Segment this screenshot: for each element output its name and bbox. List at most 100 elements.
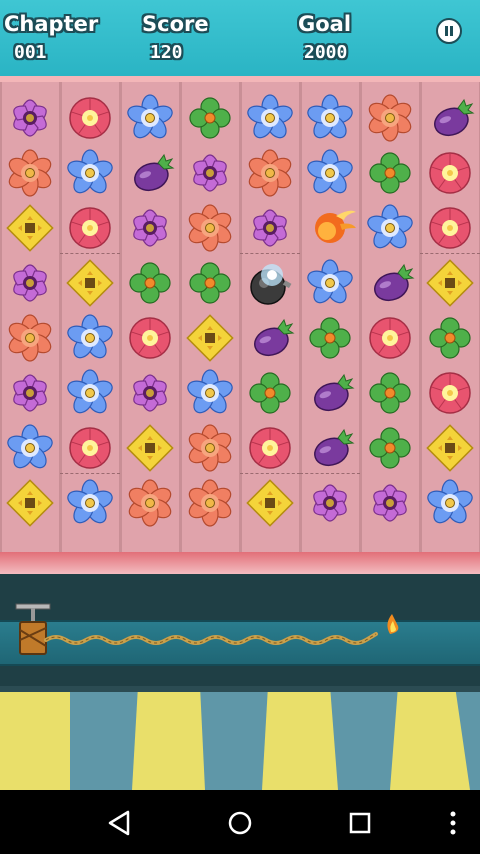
tile-eggplant[interactable] (300, 420, 360, 475)
tile-orange-flower[interactable] (0, 310, 60, 365)
tile-purple-flower[interactable] (0, 90, 60, 145)
purple-flower-icon (133, 373, 167, 412)
tile-yellow-diamond[interactable] (120, 420, 180, 475)
tile-pink-flower[interactable] (240, 420, 300, 475)
tile-purple-flower[interactable] (300, 475, 360, 530)
orange-flower-icon (248, 148, 292, 197)
tile-pink-flower[interactable] (60, 90, 120, 145)
tile-orange-flower[interactable] (360, 90, 420, 145)
tile-pink-flower[interactable] (420, 145, 480, 200)
tile-yellow-diamond[interactable] (180, 310, 240, 365)
tile-purple-flower[interactable] (180, 145, 240, 200)
green-clover-icon (249, 371, 291, 414)
home-circle-icon[interactable] (225, 808, 255, 838)
game-board (0, 82, 480, 552)
tile-yellow-diamond[interactable] (240, 475, 300, 530)
tile-blue-flower[interactable] (360, 200, 420, 255)
tile-orange-flower[interactable] (120, 475, 180, 530)
tile-pink-flower[interactable] (60, 420, 120, 475)
tile-blue-flower[interactable] (300, 145, 360, 200)
tile-eggplant[interactable] (120, 145, 180, 200)
tile-green-clover[interactable] (240, 365, 300, 420)
tile-purple-flower[interactable] (120, 365, 180, 420)
tile-eggplant[interactable] (420, 90, 480, 145)
tile-green-clover[interactable] (360, 145, 420, 200)
green-clover-icon (429, 316, 471, 359)
orange-flower-icon (188, 203, 232, 252)
tile-fireball[interactable] (300, 200, 360, 255)
tile-purple-flower[interactable] (0, 365, 60, 420)
orange-flower-icon (188, 423, 232, 472)
yellow-diamond-icon (426, 258, 474, 307)
tile-pink-flower[interactable] (360, 310, 420, 365)
tile-blue-flower[interactable] (300, 90, 360, 145)
tile-purple-flower[interactable] (360, 475, 420, 530)
tile-blue-flower[interactable] (0, 420, 60, 475)
tile-yellow-diamond[interactable] (60, 255, 120, 310)
tile-eggplant[interactable] (360, 255, 420, 310)
pink-flower-icon (369, 316, 411, 359)
pause-icon (445, 26, 448, 36)
tile-yellow-diamond[interactable] (420, 255, 480, 310)
tile-green-clover[interactable] (360, 365, 420, 420)
purple-flower-icon (133, 208, 167, 247)
fireball-icon (315, 210, 356, 243)
plunger-rod (31, 608, 35, 622)
tile-green-clover[interactable] (180, 90, 240, 145)
tile-blue-flower[interactable] (60, 475, 120, 530)
tile-blue-flower[interactable] (60, 310, 120, 365)
tile-blue-flower[interactable] (240, 90, 300, 145)
pink-flower-icon (69, 426, 111, 469)
tile-purple-flower[interactable] (120, 200, 180, 255)
blue-flower-icon (127, 93, 173, 138)
back-triangle-icon[interactable] (104, 808, 134, 838)
chapter-value: 001 (14, 42, 47, 63)
tile-blue-flower[interactable] (60, 145, 120, 200)
purple-flower-icon (373, 483, 407, 522)
eggplant-icon (314, 428, 355, 466)
tile-eggplant[interactable] (300, 365, 360, 420)
tile-green-clover[interactable] (360, 420, 420, 475)
eggplant-icon (134, 153, 175, 191)
pause-button[interactable] (436, 18, 462, 44)
tile-green-clover[interactable] (120, 255, 180, 310)
tile-pink-flower[interactable] (420, 365, 480, 420)
orange-flower-icon (368, 93, 412, 142)
tile-green-clover[interactable] (420, 310, 480, 365)
tile-bomb[interactable] (240, 255, 300, 310)
tile-blue-flower[interactable] (300, 255, 360, 310)
tile-orange-flower[interactable] (180, 475, 240, 530)
tile-purple-flower[interactable] (240, 200, 300, 255)
blue-flower-icon (367, 203, 413, 248)
tile-pink-flower[interactable] (420, 200, 480, 255)
tile-yellow-diamond[interactable] (0, 200, 60, 255)
tile-orange-flower[interactable] (180, 420, 240, 475)
blue-flower-icon (67, 368, 113, 413)
tile-pink-flower[interactable] (120, 310, 180, 365)
tile-yellow-diamond[interactable] (0, 475, 60, 530)
tile-purple-flower[interactable] (0, 255, 60, 310)
tile-pink-flower[interactable] (60, 200, 120, 255)
fuse-rope (44, 632, 378, 645)
tile-blue-flower[interactable] (120, 90, 180, 145)
tile-blue-flower[interactable] (180, 365, 240, 420)
tile-eggplant[interactable] (240, 310, 300, 365)
blue-flower-icon (67, 313, 113, 358)
eggplant-icon (254, 318, 295, 356)
purple-flower-icon (13, 373, 47, 412)
yellow-diamond-icon (126, 423, 174, 472)
tile-orange-flower[interactable] (180, 200, 240, 255)
yellow-diamond-icon (246, 478, 294, 527)
fuse-timer (15, 603, 399, 655)
tile-green-clover[interactable] (180, 255, 240, 310)
overflow-dots-icon[interactable] (438, 808, 468, 838)
tile-blue-flower[interactable] (420, 475, 480, 530)
tile-blue-flower[interactable] (60, 365, 120, 420)
tile-green-clover[interactable] (300, 310, 360, 365)
bomb-icon (250, 263, 292, 305)
recents-square-icon[interactable] (345, 808, 375, 838)
tile-orange-flower[interactable] (0, 145, 60, 200)
tile-orange-flower[interactable] (240, 145, 300, 200)
tile-yellow-diamond[interactable] (420, 420, 480, 475)
blue-flower-icon (247, 93, 293, 138)
